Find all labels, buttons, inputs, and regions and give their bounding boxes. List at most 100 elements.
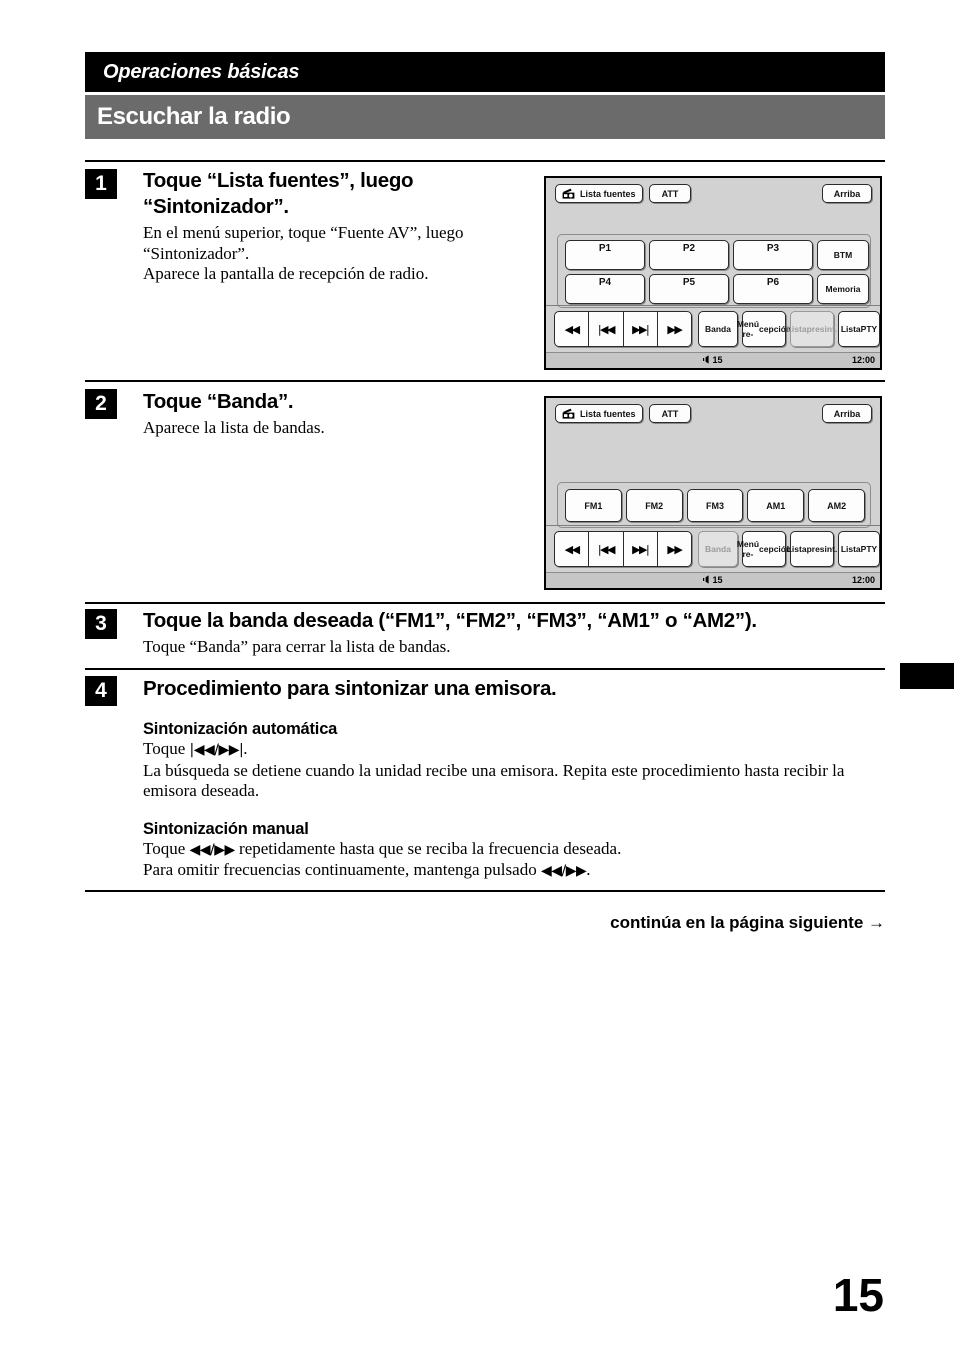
source-list-label: Lista fuentes — [580, 188, 636, 199]
step-1-heading: Toque “Lista fuentes”, luego “Sintonizad… — [143, 169, 414, 218]
auto-tuning-line-1: Toque |◀◀/▶▶|. — [143, 739, 888, 761]
speaker-icon — [703, 355, 711, 366]
preset-button-p2[interactable]: P2 — [649, 240, 729, 270]
seek-back-icon[interactable]: |◀◀ — [588, 312, 624, 346]
band-button-am2[interactable]: AM2 — [808, 489, 865, 522]
preset-list-button[interactable]: Lista presint. — [786, 531, 837, 567]
auto-tuning-line-2: La búsqueda se detiene cuando la unidad … — [143, 760, 845, 801]
divider-3 — [85, 602, 885, 604]
memory-button[interactable]: Memoria — [817, 274, 869, 304]
clock: 12:00 — [851, 355, 875, 365]
seek-forward-icon[interactable]: ▶▶| — [624, 312, 658, 346]
pty-list-label-2: PTY — [860, 324, 878, 334]
source-list-button[interactable]: Lista fuentes — [555, 404, 643, 423]
pty-list-label-1: Lista — [840, 324, 861, 334]
preset-list-label-2: presint. — [806, 324, 838, 334]
band-button[interactable]: Banda — [698, 531, 738, 567]
preset-grid: P1 P2 P3 BTM P4 P5 P6 Memoria — [565, 240, 869, 304]
page-number: 15 — [832, 1269, 884, 1321]
pty-list-button[interactable]: Lista PTY — [838, 531, 880, 567]
seek-back-icon[interactable]: |◀◀ — [588, 532, 624, 566]
reception-menu-button[interactable]: Menú re- cepción — [737, 531, 791, 567]
up-button[interactable]: Arriba — [822, 404, 872, 423]
volume-value: 15 — [712, 355, 723, 365]
divider-4 — [85, 668, 885, 670]
preset-list-label-1: Lista — [786, 544, 807, 554]
preset-panel: P1 P2 P3 BTM P4 P5 P6 Memoria — [557, 234, 871, 308]
manual-tuning-prefix: Toque — [143, 838, 190, 858]
rewind-icon[interactable]: ◀◀ — [555, 532, 588, 566]
band-button-fm1[interactable]: FM1 — [565, 489, 622, 522]
divider-2 — [85, 380, 885, 382]
scan-glyph-1: ◀◀/▶▶ — [189, 841, 236, 858]
chapter-title: Operaciones básicas — [103, 60, 300, 83]
manual-tuning-suffix-2: . — [586, 860, 591, 879]
screen1-status-bar: 15 12:00 — [546, 352, 880, 368]
preset-list-button[interactable]: Lista presint. — [786, 311, 837, 347]
step-2-text-1: Aparece la lista de bandas. — [143, 418, 325, 437]
att-button[interactable]: ATT — [649, 184, 691, 203]
step-3-body: Toque la banda deseada (“FM1”, “FM2”, “F… — [143, 608, 888, 658]
continues-note: continúa en la página siguiente → — [610, 913, 885, 932]
band-button-fm3[interactable]: FM3 — [686, 489, 744, 522]
step-number-3: 3 — [85, 609, 117, 639]
clock: 12:00 — [851, 575, 875, 585]
fast-forward-icon[interactable]: ▶▶ — [658, 312, 691, 346]
band-button[interactable]: Banda — [698, 311, 738, 347]
up-button[interactable]: Arriba — [822, 184, 872, 203]
fast-forward-icon[interactable]: ▶▶ — [658, 532, 691, 566]
screen2-status-bar: 15 12:00 — [546, 572, 880, 588]
screen2-function-buttons: Banda Menú re- cepción Lista presint. Li… — [698, 531, 880, 567]
step-number-2: 2 — [85, 389, 117, 419]
reception-menu-label-1: Menú re- — [736, 539, 760, 559]
divider-1 — [85, 160, 885, 162]
screen2-transport-bar: ◀◀ |◀◀ ▶▶| ▶▶ Banda Menú re- cepción Lis… — [546, 525, 880, 571]
divider-5 — [85, 890, 885, 892]
step-1-body: Toque “Lista fuentes”, luego “Sintonizad… — [143, 168, 523, 285]
seek-glyph: |◀◀/▶▶| — [189, 742, 244, 758]
screen1-function-buttons: Banda Menú re- cepción Lista presint. Li… — [698, 311, 880, 347]
reception-menu-button[interactable]: Menú re- cepción — [737, 311, 791, 347]
band-panel: FM1 FM2 FM3 AM1 AM2 — [557, 482, 871, 528]
step-1-text-2: Aparece la pantalla de recepción de radi… — [143, 264, 429, 283]
rewind-icon[interactable]: ◀◀ — [555, 312, 588, 346]
device-screen-band-list: Lista fuentes ATT Arriba FM1 FM2 FM3 AM1… — [544, 396, 882, 590]
manual-tuning-heading: Sintonización manual — [143, 819, 309, 838]
screen1-top-row: Lista fuentes ATT Arriba — [546, 178, 880, 210]
band-grid: FM1 FM2 FM3 AM1 AM2 — [565, 489, 865, 522]
step-2-body: Toque “Banda”. Aparece la lista de banda… — [143, 389, 523, 439]
band-button-fm2[interactable]: FM2 — [625, 489, 683, 522]
band-button-am1[interactable]: AM1 — [747, 489, 805, 522]
step-number-4: 4 — [85, 676, 117, 706]
volume-indicator: 15 — [546, 575, 880, 586]
preset-button-p1[interactable]: P1 — [565, 240, 645, 270]
auto-tuning-suffix: . — [243, 739, 248, 758]
source-list-button[interactable]: Lista fuentes — [555, 184, 643, 203]
source-list-label: Lista fuentes — [580, 408, 636, 419]
scan-glyph-2: ◀◀/▶▶ — [540, 863, 587, 879]
pty-list-label-2: PTY — [860, 544, 878, 554]
step-3-heading: Toque la banda deseada (“FM1”, “FM2”, “F… — [143, 609, 757, 632]
radio-icon — [562, 188, 575, 199]
manual-tuning-line-2: Para omitir frecuencias continuamente, m… — [143, 860, 888, 882]
step-number-1: 1 — [85, 169, 117, 199]
auto-tuning-heading: Sintonización automática — [143, 720, 338, 738]
preset-button-p6[interactable]: P6 — [733, 274, 813, 304]
pty-list-button[interactable]: Lista PTY — [838, 311, 880, 347]
preset-button-p4[interactable]: P4 — [565, 274, 645, 304]
step-4-body: Procedimiento para sintonizar una emisor… — [143, 676, 888, 882]
preset-button-p5[interactable]: P5 — [649, 274, 729, 304]
btm-button[interactable]: BTM — [817, 240, 869, 270]
manual-tuning-prefix-2: Para omitir frecuencias continuamente, m… — [143, 860, 541, 879]
volume-value: 15 — [712, 575, 723, 585]
preset-button-p3[interactable]: P3 — [733, 240, 813, 270]
preset-list-label-1: Lista — [786, 324, 807, 334]
att-button[interactable]: ATT — [649, 404, 691, 423]
page-title: Escuchar la radio — [97, 103, 291, 130]
pty-list-label-1: Lista — [840, 544, 861, 554]
preset-list-label-2: presint. — [806, 544, 838, 554]
screen1-transport-bar: ◀◀ |◀◀ ▶▶| ▶▶ Banda Menú re- cepción Lis… — [546, 305, 880, 351]
chapter-bar: Operaciones básicas — [85, 52, 885, 92]
radio-icon — [562, 408, 575, 419]
seek-forward-icon[interactable]: ▶▶| — [624, 532, 658, 566]
